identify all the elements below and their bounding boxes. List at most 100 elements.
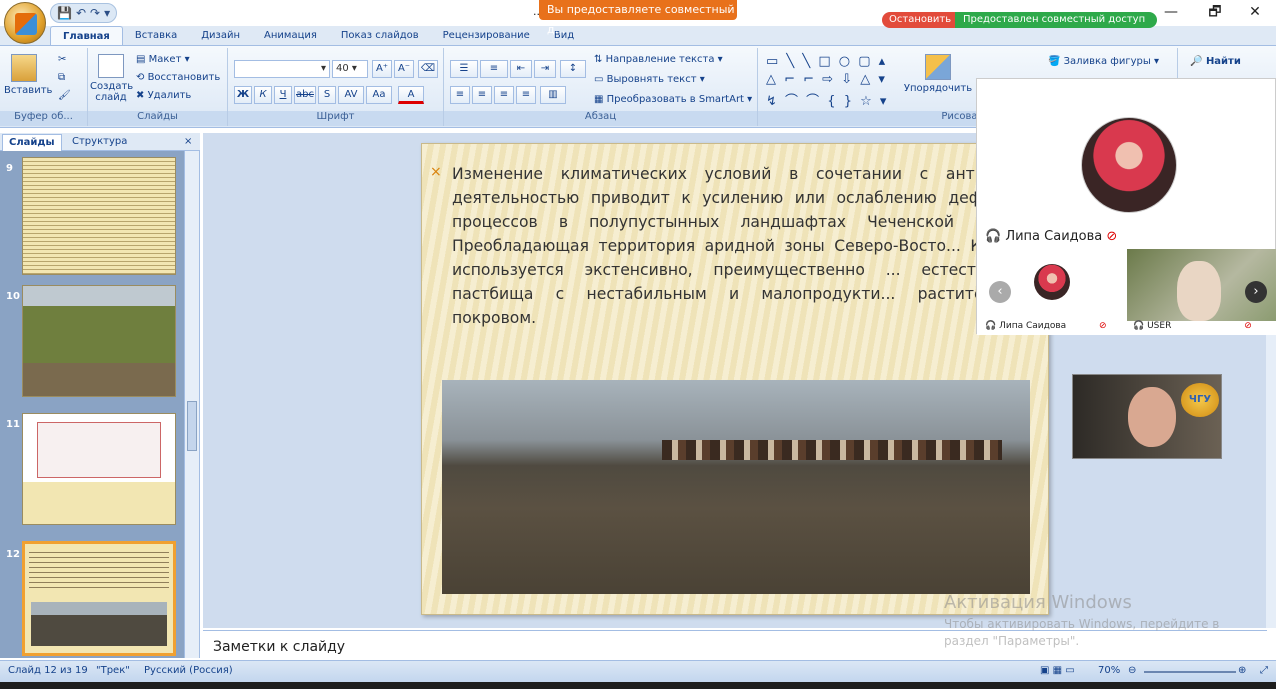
paragraph-group-label: Абзац <box>444 111 757 126</box>
slide-thumbnail-11[interactable] <box>22 413 176 525</box>
align-text-label: Выровнять текст <box>606 74 697 85</box>
prev-tile-icon[interactable]: ‹ <box>989 281 1011 303</box>
font-color-button[interactable]: A <box>398 86 424 104</box>
zoom-level[interactable]: 70% <box>1098 665 1120 676</box>
zoom-out-icon[interactable]: ⊖ <box>1128 665 1136 676</box>
layout-button[interactable]: ▤ Макет ▾ <box>136 54 190 65</box>
tile-name-left-text: Липа Саидова <box>999 321 1067 331</box>
char-spacing-button[interactable]: AV <box>338 86 364 104</box>
customize-qat-icon[interactable]: ▾ <box>104 6 110 20</box>
participant-name-text: Липа Саидова <box>1005 229 1103 244</box>
line-spacing-icon[interactable]: ↕ <box>560 60 586 78</box>
clipboard-group: Вставить ✂ ⧉ 🖌 Буфер об... <box>0 48 88 126</box>
format-painter-icon[interactable]: 🖌 <box>58 90 71 101</box>
maximize-button[interactable]: 🗗 <box>1200 2 1230 22</box>
new-slide-button[interactable]: Создать слайд <box>90 54 134 103</box>
stop-sharing-button[interactable]: Остановить <box>882 12 959 28</box>
copy-icon[interactable]: ⧉ <box>58 72 65 83</box>
minimize-button[interactable]: — <box>1156 2 1186 22</box>
tab-outline[interactable]: Структура <box>66 134 133 151</box>
paste-button[interactable]: Вставить <box>4 54 52 96</box>
text-direction-button[interactable]: ⇅ Направление текста ▾ <box>594 54 723 65</box>
font-size-combo[interactable]: 40 ▾ <box>332 60 368 78</box>
text-direction-label: Направление текста <box>605 54 715 65</box>
justify-icon[interactable]: ≡ <box>516 86 536 104</box>
close-button[interactable]: ✕ <box>1240 2 1270 22</box>
activation-watermark-title: Активация Windows <box>944 592 1132 613</box>
align-left-icon[interactable]: ≡ <box>450 86 470 104</box>
shapes-gallery-row3[interactable]: ↯ ⌒ ⌒ { } ☆ ▾ <box>766 90 888 109</box>
align-text-button[interactable]: ▭ Выровнять текст ▾ <box>594 74 705 85</box>
decrease-indent-icon[interactable]: ⇤ <box>510 60 532 78</box>
save-icon[interactable]: 💾 <box>57 6 72 20</box>
tab-insert[interactable]: Вставка <box>123 26 189 45</box>
numbering-icon[interactable]: ≡ <box>480 60 508 78</box>
grow-font-button[interactable]: A⁺ <box>372 60 392 78</box>
participant-name: 🎧 Липа Саидова ⊘ <box>985 229 1118 244</box>
shrink-font-button[interactable]: A⁻ <box>394 60 414 78</box>
reset-button[interactable]: ⟲ Восстановить <box>136 72 220 83</box>
shared-status-button[interactable]: Предоставлен совместный доступ <box>955 12 1158 28</box>
pasture-photo[interactable] <box>442 380 1030 594</box>
change-case-button[interactable]: Aa <box>366 86 392 104</box>
mic-muted-icon: ⊘ <box>1244 321 1252 331</box>
convert-smartart-label: Преобразовать в SmartArt <box>606 94 744 105</box>
notes-placeholder: Заметки к слайду <box>213 639 346 655</box>
align-center-icon[interactable]: ≡ <box>472 86 492 104</box>
language-indicator[interactable]: Русский (Россия) <box>144 665 233 676</box>
slides-pane-scrollbar[interactable] <box>184 151 199 658</box>
clear-format-icon[interactable]: ⌫ <box>418 60 438 78</box>
activation-line1: Чтобы активировать Windows, перейдите в <box>944 617 1220 631</box>
view-buttons[interactable]: ▣ ▦ ▭ <box>1040 665 1075 676</box>
find-button[interactable]: 🔎 Найти <box>1190 56 1241 67</box>
columns-icon[interactable]: ▥ <box>540 86 566 104</box>
quick-access-toolbar: 💾 ↶ ↷ ▾ <box>50 3 118 23</box>
slide-thumbnail-10[interactable] <box>22 285 176 397</box>
tab-slides[interactable]: Слайды <box>2 134 62 151</box>
office-logo-icon <box>15 13 37 35</box>
italic-button[interactable]: К <box>254 86 272 104</box>
align-right-icon[interactable]: ≡ <box>494 86 514 104</box>
close-pane-icon[interactable]: × <box>178 134 198 151</box>
underline-button[interactable]: Ч <box>274 86 292 104</box>
tab-slideshow[interactable]: Показ слайдов <box>329 26 431 45</box>
paragraph-group: ☰ ≡ ⇤ ⇥ ↕ ≡ ≡ ≡ ≡ ▥ ⇅ Направление текста… <box>444 48 758 126</box>
office-button[interactable] <box>4 2 46 44</box>
bold-button[interactable]: Ж <box>234 86 252 104</box>
tile-name-right-text: USER <box>1147 321 1172 331</box>
fit-window-icon[interactable]: ⤢ <box>1260 665 1268 676</box>
shape-fill-button[interactable]: 🪣 Заливка фигуры ▾ <box>1048 56 1159 67</box>
undo-icon[interactable]: ↶ <box>76 6 86 20</box>
convert-smartart-button[interactable]: ▦ Преобразовать в SmartArt ▾ <box>594 94 752 105</box>
increase-indent-icon[interactable]: ⇥ <box>534 60 556 78</box>
tab-animation[interactable]: Анимация <box>252 26 329 45</box>
tab-home[interactable]: Главная <box>50 26 123 45</box>
shapes-gallery-row2[interactable]: △ ⌐ ⌐ ⇨ ⇩ △ ▾ <box>766 72 887 87</box>
slide-thumbnail-9[interactable] <box>22 157 176 275</box>
zoom-in-icon[interactable]: ⊕ <box>1238 665 1246 676</box>
shadow-button[interactable]: S <box>318 86 336 104</box>
delete-slide-button[interactable]: ✖ Удалить <box>136 90 191 101</box>
slide-body-text[interactable]: Изменение климатических условий в сочета… <box>452 162 1037 330</box>
presenter-video[interactable]: ЧГУ <box>1072 374 1222 459</box>
share-banner[interactable]: Вы предоставляете совместный д... <box>539 0 737 36</box>
slide-thumbnail-12[interactable] <box>22 541 176 656</box>
bullets-icon[interactable]: ☰ <box>450 60 478 78</box>
scroll-thumb[interactable] <box>187 401 197 451</box>
thumb-number: 10 <box>6 291 20 302</box>
cut-icon[interactable]: ✂ <box>58 54 66 65</box>
tile-name-right: 🎧 USER ⊘ <box>1133 321 1252 331</box>
shapes-gallery-row1[interactable]: ▭ ╲ ╲ □ ○ ▢ ▴ <box>766 54 887 69</box>
activation-watermark-text: Чтобы активировать Windows, перейдите в р… <box>944 616 1244 650</box>
strike-button[interactable]: abc <box>294 86 316 104</box>
zoom-slider[interactable] <box>1144 671 1236 673</box>
activation-line2: раздел "Параметры". <box>944 634 1080 648</box>
next-tile-icon[interactable]: › <box>1245 281 1267 303</box>
redo-icon[interactable]: ↷ <box>90 6 100 20</box>
font-name-combo[interactable]: ▾ <box>234 60 330 78</box>
tab-review[interactable]: Рецензирование <box>431 26 542 45</box>
arrange-button[interactable]: Упорядочить <box>898 54 978 94</box>
tab-design[interactable]: Дизайн <box>189 26 252 45</box>
new-slide-label: Создать слайд <box>90 81 134 103</box>
current-slide[interactable]: × Изменение климатических условий в соче… <box>421 143 1049 615</box>
